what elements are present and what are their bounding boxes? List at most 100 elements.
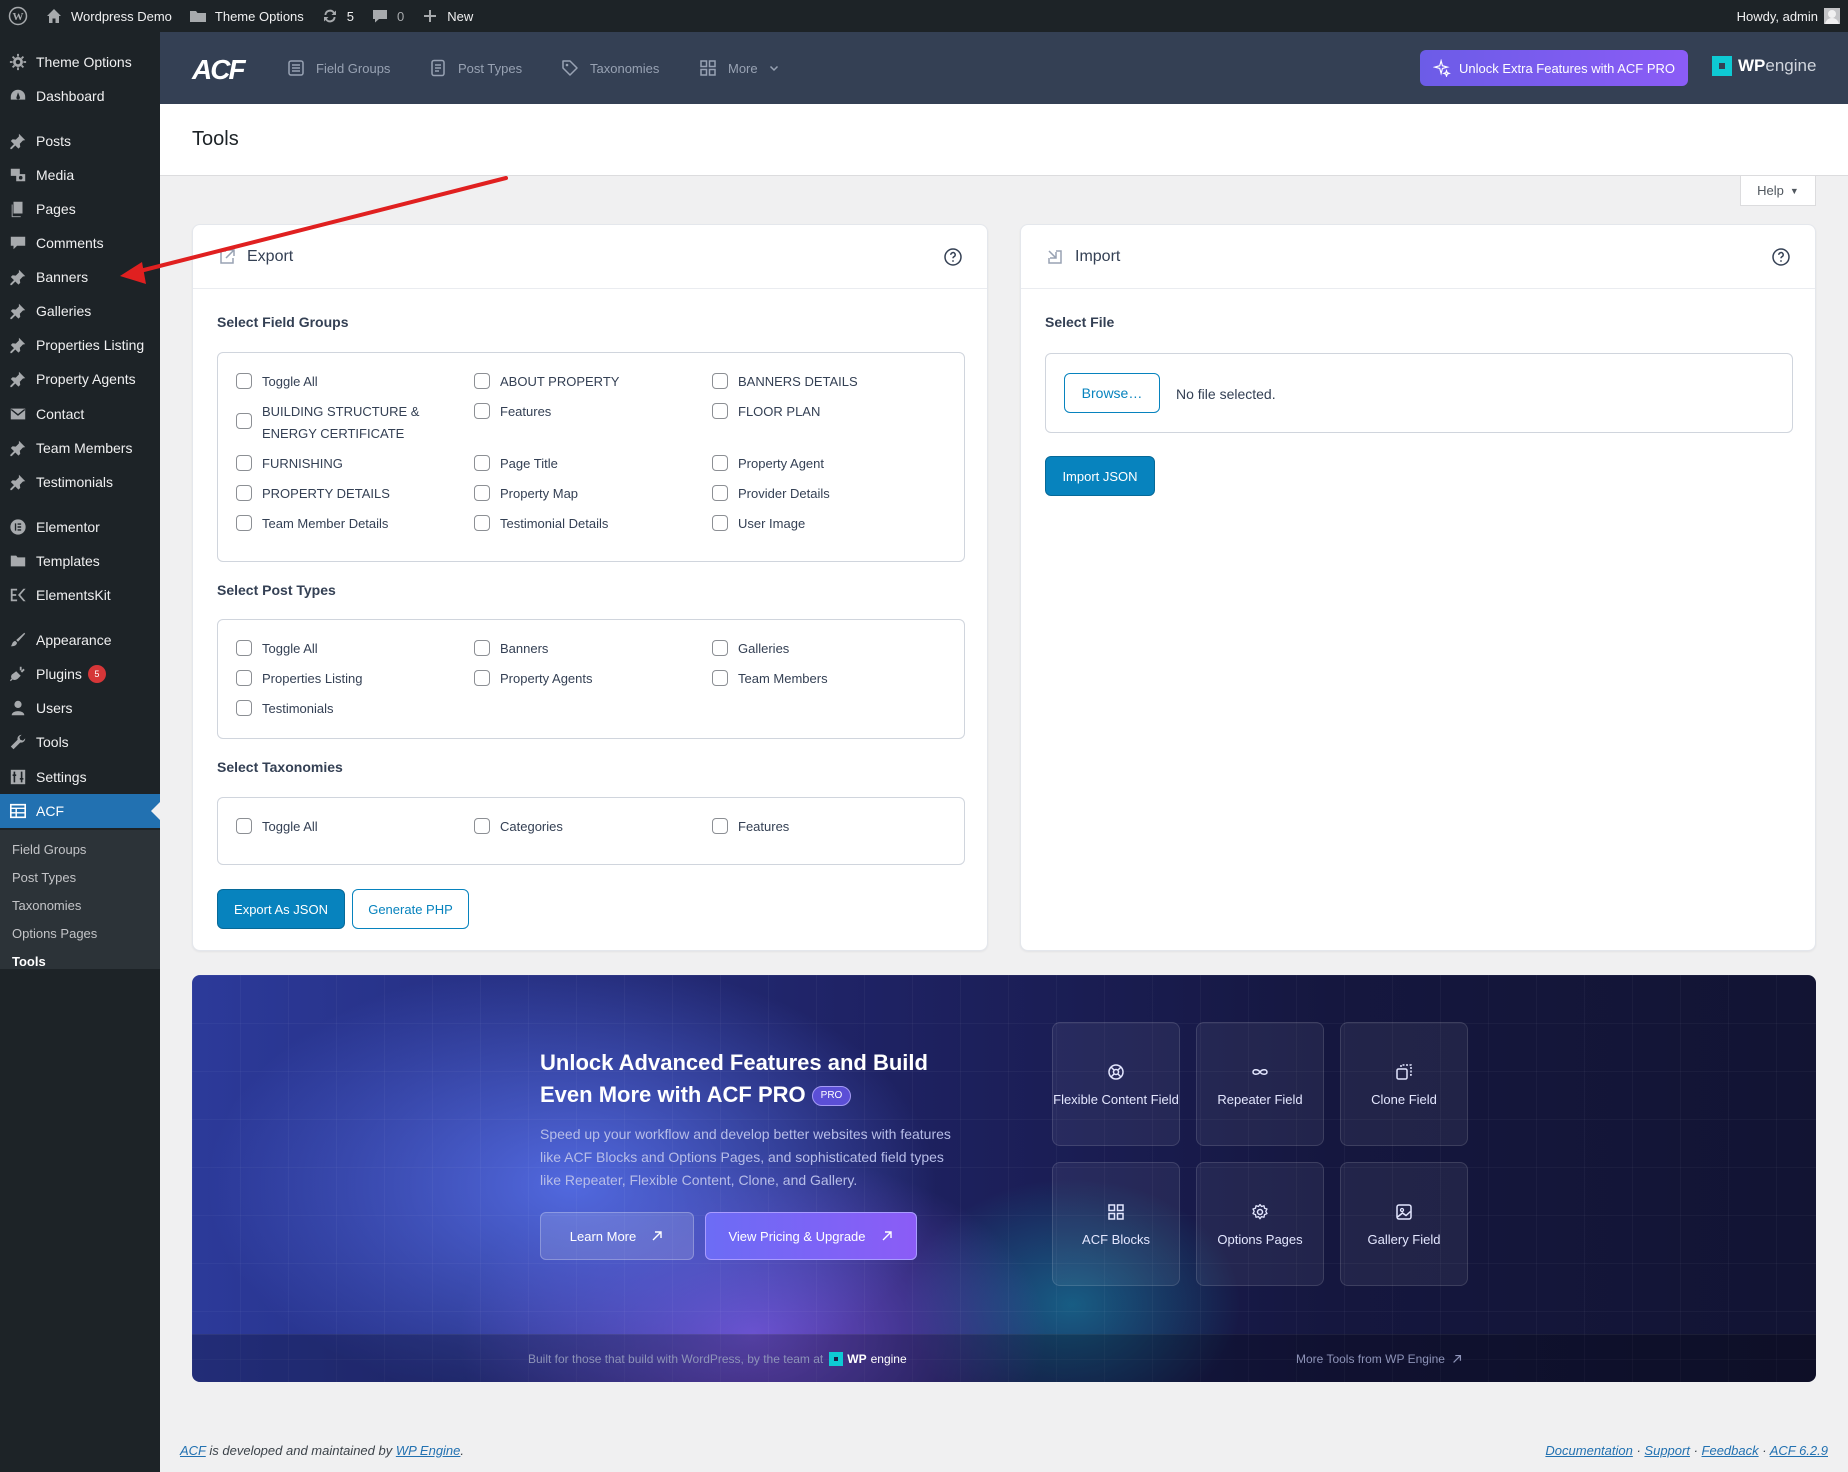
sidebar-item-users[interactable]: Users bbox=[0, 691, 160, 725]
support-link[interactable]: Support bbox=[1644, 1443, 1690, 1458]
submenu-tools[interactable]: Tools bbox=[12, 954, 46, 969]
theme-options-link[interactable]: Theme Options bbox=[180, 0, 312, 32]
submenu-post-types[interactable]: Post Types bbox=[12, 870, 76, 885]
submenu-taxonomies[interactable]: Taxonomies bbox=[12, 898, 81, 913]
checkbox-galleries[interactable]: Galleries bbox=[712, 638, 789, 660]
checkbox[interactable] bbox=[474, 818, 490, 834]
checkbox[interactable] bbox=[474, 515, 490, 531]
learn-more-button[interactable]: Learn More bbox=[540, 1212, 694, 1260]
feature-gallery[interactable]: Gallery Field bbox=[1340, 1162, 1468, 1286]
my-account-link[interactable]: Howdy, admin bbox=[1729, 0, 1848, 32]
generate-php-button[interactable]: Generate PHP bbox=[352, 889, 469, 929]
sidebar-item-property-agents[interactable]: Property Agents bbox=[0, 362, 160, 396]
sidebar-item-appearance[interactable]: Appearance bbox=[0, 623, 160, 657]
checkbox-team-members[interactable]: Team Members bbox=[712, 668, 828, 690]
sidebar-item-galleries[interactable]: Galleries bbox=[0, 294, 160, 328]
checkbox-furnishing[interactable]: FURNISHING bbox=[236, 453, 343, 475]
checkbox-property-agents[interactable]: Property Agents bbox=[474, 668, 593, 690]
feature-clone[interactable]: Clone Field bbox=[1340, 1022, 1468, 1146]
checkbox[interactable] bbox=[712, 818, 728, 834]
more-tools-link[interactable]: More Tools from WP Engine bbox=[1296, 1352, 1463, 1366]
feedback-link[interactable]: Feedback bbox=[1702, 1443, 1759, 1458]
checkbox-property-details[interactable]: PROPERTY DETAILS bbox=[236, 483, 390, 505]
acf-link[interactable]: ACF bbox=[180, 1443, 206, 1458]
wordpress-logo-icon[interactable]: W bbox=[0, 0, 36, 32]
help-circle-icon[interactable] bbox=[943, 247, 963, 267]
nav-field-groups[interactable]: Field Groups bbox=[286, 32, 390, 104]
sidebar-item-testimonials[interactable]: Testimonials bbox=[0, 465, 160, 499]
checkbox[interactable] bbox=[474, 670, 490, 686]
checkbox-banners[interactable]: Banners bbox=[474, 638, 548, 660]
checkbox-floor-plan[interactable]: FLOOR PLAN bbox=[712, 401, 820, 423]
comments-link[interactable]: 0 bbox=[362, 0, 412, 32]
checkbox-page-title[interactable]: Page Title bbox=[474, 453, 558, 475]
checkbox[interactable] bbox=[712, 373, 728, 389]
checkbox[interactable] bbox=[474, 455, 490, 471]
browse-button[interactable]: Browse… bbox=[1064, 373, 1160, 413]
checkbox[interactable] bbox=[236, 818, 252, 834]
checkbox-categories[interactable]: Categories bbox=[474, 816, 563, 838]
site-name-link[interactable]: Wordpress Demo bbox=[36, 0, 180, 32]
wpengine-link[interactable]: WP Engine bbox=[396, 1443, 461, 1458]
nav-more[interactable]: More bbox=[698, 32, 780, 104]
submenu-options-pages[interactable]: Options Pages bbox=[12, 926, 97, 941]
acf-logo[interactable]: ACF bbox=[192, 54, 246, 86]
documentation-link[interactable]: Documentation bbox=[1545, 1443, 1632, 1458]
sidebar-item-properties-listing[interactable]: Properties Listing bbox=[0, 328, 160, 362]
checkbox[interactable] bbox=[712, 403, 728, 419]
sidebar-item-pages[interactable]: Pages bbox=[0, 192, 160, 226]
checkbox[interactable] bbox=[236, 515, 252, 531]
checkbox[interactable] bbox=[236, 413, 252, 429]
sidebar-item-plugins[interactable]: Plugins 5 bbox=[0, 657, 160, 691]
checkbox[interactable] bbox=[474, 373, 490, 389]
sidebar-item-media[interactable]: Media bbox=[0, 158, 160, 192]
wpengine-mini-logo[interactable]: WP engine bbox=[829, 1352, 907, 1366]
submenu-field-groups[interactable]: Field Groups bbox=[12, 842, 86, 857]
checkbox[interactable] bbox=[474, 485, 490, 501]
checkbox-property-map[interactable]: Property Map bbox=[474, 483, 578, 505]
checkbox-testimonials[interactable]: Testimonials bbox=[236, 698, 334, 720]
checkbox-taxonomy-features[interactable]: Features bbox=[712, 816, 789, 838]
checkbox-property-agent[interactable]: Property Agent bbox=[712, 453, 824, 475]
feature-options-pages[interactable]: Options Pages bbox=[1196, 1162, 1324, 1286]
checkbox[interactable] bbox=[474, 403, 490, 419]
checkbox-provider-details[interactable]: Provider Details bbox=[712, 483, 830, 505]
feature-flexible-content[interactable]: Flexible Content Field bbox=[1052, 1022, 1180, 1146]
checkbox[interactable] bbox=[236, 455, 252, 471]
feature-repeater[interactable]: Repeater Field bbox=[1196, 1022, 1324, 1146]
checkbox[interactable] bbox=[236, 640, 252, 656]
checkbox-toggle-all-post-types[interactable]: Toggle All bbox=[236, 638, 318, 660]
checkbox-toggle-all-field-groups[interactable]: Toggle All bbox=[236, 371, 318, 393]
checkbox-banners-details[interactable]: BANNERS DETAILS bbox=[712, 371, 858, 393]
sidebar-item-settings[interactable]: Settings bbox=[0, 760, 160, 794]
sidebar-item-comments[interactable]: Comments bbox=[0, 226, 160, 260]
checkbox-features[interactable]: Features bbox=[474, 401, 551, 423]
sidebar-item-posts[interactable]: Posts bbox=[0, 124, 160, 158]
checkbox[interactable] bbox=[712, 515, 728, 531]
checkbox[interactable] bbox=[712, 670, 728, 686]
export-as-json-button[interactable]: Export As JSON bbox=[217, 889, 345, 929]
sidebar-item-elementskit[interactable]: ElementsKit bbox=[0, 578, 160, 612]
checkbox[interactable] bbox=[712, 485, 728, 501]
wpengine-logo[interactable]: WPengine bbox=[1712, 56, 1816, 76]
sidebar-item-templates[interactable]: Templates bbox=[0, 544, 160, 578]
checkbox-user-image[interactable]: User Image bbox=[712, 513, 805, 535]
sidebar-item-banners[interactable]: Banners bbox=[0, 260, 160, 294]
sidebar-item-team-members[interactable]: Team Members bbox=[0, 431, 160, 465]
sidebar-item-elementor[interactable]: Elementor bbox=[0, 510, 160, 544]
checkbox-team-member-details[interactable]: Team Member Details bbox=[236, 513, 388, 535]
checkbox-about-property[interactable]: ABOUT PROPERTY bbox=[474, 371, 619, 393]
checkbox[interactable] bbox=[236, 670, 252, 686]
checkbox-testimonial-details[interactable]: Testimonial Details bbox=[474, 513, 608, 535]
feature-acf-blocks[interactable]: ACF Blocks bbox=[1052, 1162, 1180, 1286]
checkbox-toggle-all-taxonomies[interactable]: Toggle All bbox=[236, 816, 318, 838]
updates-link[interactable]: 5 bbox=[312, 0, 362, 32]
checkbox[interactable] bbox=[712, 640, 728, 656]
sidebar-item-contact[interactable]: Contact bbox=[0, 397, 160, 431]
view-pricing-upgrade-button[interactable]: View Pricing & Upgrade bbox=[705, 1212, 917, 1260]
sidebar-item-acf[interactable]: ACF bbox=[0, 794, 160, 828]
checkbox-properties-listing[interactable]: Properties Listing bbox=[236, 668, 362, 690]
nav-post-types[interactable]: Post Types bbox=[428, 32, 522, 104]
checkbox[interactable] bbox=[712, 455, 728, 471]
acf-version-link[interactable]: ACF 6.2.9 bbox=[1770, 1443, 1828, 1458]
